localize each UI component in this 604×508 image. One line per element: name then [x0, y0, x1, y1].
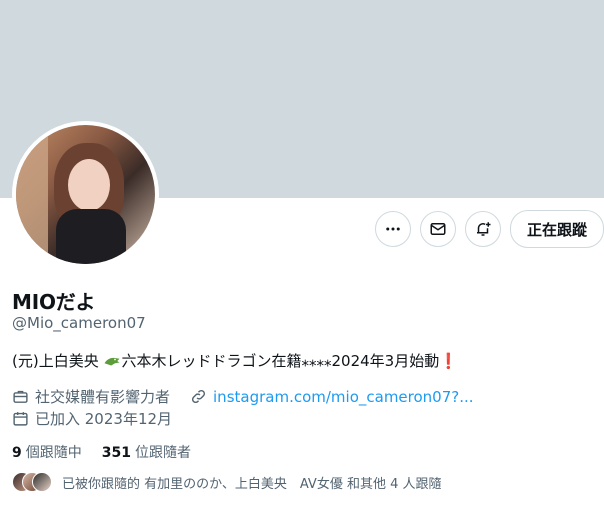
bio-exclamation: ❗ [439, 352, 458, 370]
avatar-image [16, 125, 155, 264]
calendar-icon [13, 412, 28, 426]
following-stat[interactable]: 9 個跟隨中 [12, 442, 82, 462]
avatar [32, 472, 52, 492]
profile-bio: (元)上白美央 六本木レッドドラゴン在籍⁎⁎⁎⁎2024年3月始動❗ [12, 350, 458, 371]
profile-avatar[interactable] [12, 121, 159, 268]
profile-link[interactable]: instagram.com/mio_cameron07?... [213, 388, 474, 406]
profile-actions: 正在跟蹤 [374, 210, 604, 248]
followers-stat[interactable]: 351 位跟隨者 [102, 442, 191, 462]
followed-by-text: 已被你跟隨的 有加里ののか、上白美央 AV女優 和其他 4 人跟隨 [62, 476, 442, 492]
follower-avatars [12, 472, 52, 492]
profile-name: MIOだよ [12, 290, 96, 314]
bell-plus-icon [476, 222, 491, 236]
profile-meta-row: 社交媒體有影響力者 instagram.com/mio_cameron07?..… [12, 386, 474, 407]
bio-text-2: 六本木レッドドラゴン在籍⁎⁎⁎⁎2024年3月始動 [121, 352, 440, 370]
profile-handle: @Mio_cameron07 [12, 314, 146, 332]
crocodile-emoji-icon [104, 357, 120, 366]
briefcase-icon [13, 390, 28, 403]
profile-stats: 9 個跟隨中 351 位跟隨者 [12, 442, 191, 462]
envelope-icon [430, 223, 446, 235]
bio-text-1: (元)上白美央 [12, 352, 104, 370]
profile-joined-row: 已加入 2023年12月 [12, 408, 172, 429]
following-button[interactable]: 正在跟蹤 [509, 210, 604, 248]
message-button[interactable] [419, 211, 456, 247]
followed-by-row[interactable]: 已被你跟隨的 有加里ののか、上白美央 AV女優 和其他 4 人跟隨 [12, 472, 442, 492]
profile-joined: 已加入 2023年12月 [35, 410, 173, 428]
notify-button[interactable] [464, 211, 501, 247]
profile-category: 社交媒體有影響力者 [35, 388, 171, 406]
link-icon [191, 389, 206, 404]
more-button[interactable] [374, 211, 411, 247]
more-icon [386, 227, 400, 231]
